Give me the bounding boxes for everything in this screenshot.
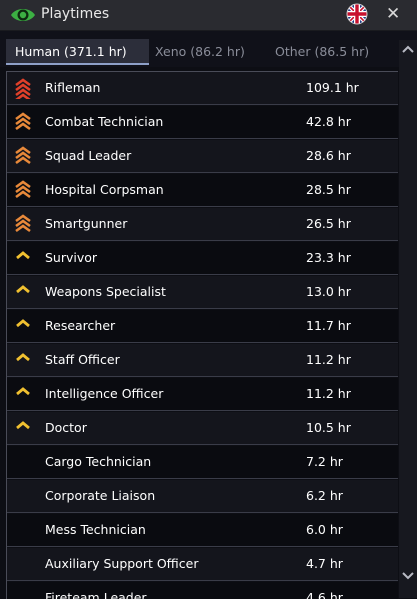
rank-chevron-icon: [15, 111, 31, 133]
role-name: Hospital Corpsman: [45, 182, 164, 197]
role-playtime: 109.1 hr: [306, 80, 359, 95]
rank-chevron-icon: [15, 213, 31, 235]
title-bar: Playtimes ✕: [0, 0, 417, 31]
role-playtime: 4.7 hr: [306, 556, 343, 571]
rank-chevron-icon: [15, 145, 31, 167]
rank-chevron-icon: [15, 383, 31, 405]
role-playtime: 11.7 hr: [306, 318, 351, 333]
role-playtime: 42.8 hr: [306, 114, 351, 129]
table-row: Researcher 11.7 hr: [7, 310, 398, 343]
role-name: Mess Technician: [45, 522, 146, 537]
role-playtime: 26.5 hr: [306, 216, 351, 231]
role-name: Auxiliary Support Officer: [45, 556, 199, 571]
union-flag-icon[interactable]: [346, 3, 368, 25]
table-row: Cargo Technician 7.2 hr: [7, 446, 398, 479]
window-title: Playtimes: [41, 6, 110, 22]
role-name: Combat Technician: [45, 114, 164, 129]
tab-xeno[interactable]: Xeno (86.2 hr): [155, 39, 245, 65]
table-row: Survivor 23.3 hr: [7, 242, 398, 275]
role-name: Rifleman: [45, 80, 101, 95]
table-row: Mess Technician 6.0 hr: [7, 514, 398, 547]
role-name: Weapons Specialist: [45, 284, 166, 299]
rank-chevron-icon: [15, 247, 31, 269]
table-row: Smartgunner 26.5 hr: [7, 208, 398, 241]
rank-empty: [15, 451, 31, 473]
rank-chevron-icon: [15, 349, 31, 371]
role-name: Cargo Technician: [45, 454, 152, 469]
rank-empty: [15, 587, 31, 599]
role-name: Survivor: [45, 250, 98, 265]
table-row: Weapons Specialist 13.0 hr: [7, 276, 398, 309]
scroll-down-icon[interactable]: [402, 571, 414, 581]
role-name: Corporate Liaison: [45, 488, 156, 503]
rank-empty: [15, 519, 31, 541]
role-playtime: 6.0 hr: [306, 522, 343, 537]
role-playtime: 11.2 hr: [306, 352, 351, 367]
role-playtime: 11.2 hr: [306, 386, 351, 401]
table-row: Staff Officer 11.2 hr: [7, 344, 398, 377]
role-playtime: 10.5 hr: [306, 420, 351, 435]
table-row: Fireteam Leader 4.6 hr: [7, 582, 398, 599]
role-name: Researcher: [45, 318, 116, 333]
table-row: Rifleman 109.1 hr: [7, 72, 398, 105]
table-row: Squad Leader 28.6 hr: [7, 140, 398, 173]
table-row: Intelligence Officer 11.2 hr: [7, 378, 398, 411]
table-row: Auxiliary Support Officer 4.7 hr: [7, 548, 398, 581]
tab-bar: Human (371.1 hr) Xeno (86.2 hr) Other (8…: [0, 31, 417, 67]
rank-chevron-icon: [15, 281, 31, 303]
role-name: Intelligence Officer: [45, 386, 164, 401]
role-playtime: 23.3 hr: [306, 250, 351, 265]
role-playtime: 28.5 hr: [306, 182, 351, 197]
tab-other[interactable]: Other (86.5 hr): [275, 39, 369, 65]
role-playtime: 6.2 hr: [306, 488, 343, 503]
role-name: Squad Leader: [45, 148, 132, 163]
scrollbar[interactable]: [399, 40, 417, 598]
eye-icon: [11, 9, 35, 21]
rank-chevron-icon: [15, 315, 31, 337]
role-playtime: 7.2 hr: [306, 454, 343, 469]
rank-chevron-icon: [15, 179, 31, 201]
role-name: Doctor: [45, 420, 87, 435]
rank-chevron-icon: [15, 77, 31, 102]
role-playtime: 28.6 hr: [306, 148, 351, 163]
table-row: Hospital Corpsman 28.5 hr: [7, 174, 398, 207]
rank-empty: [15, 553, 31, 575]
table-row: Corporate Liaison 6.2 hr: [7, 480, 398, 513]
table-row: Doctor 10.5 hr: [7, 412, 398, 445]
role-playtime: 13.0 hr: [306, 284, 351, 299]
playtime-list: Rifleman 109.1 hr Combat Technician 42.8 hr…: [6, 71, 398, 599]
close-button[interactable]: ✕: [386, 4, 400, 24]
rank-empty: [15, 485, 31, 507]
table-row: Combat Technician 42.8 hr: [7, 106, 398, 139]
scroll-up-icon[interactable]: [402, 44, 414, 54]
role-name: Smartgunner: [45, 216, 128, 231]
role-name: Staff Officer: [45, 352, 120, 367]
tab-human[interactable]: Human (371.1 hr): [6, 39, 149, 65]
rank-chevron-icon: [15, 417, 31, 439]
